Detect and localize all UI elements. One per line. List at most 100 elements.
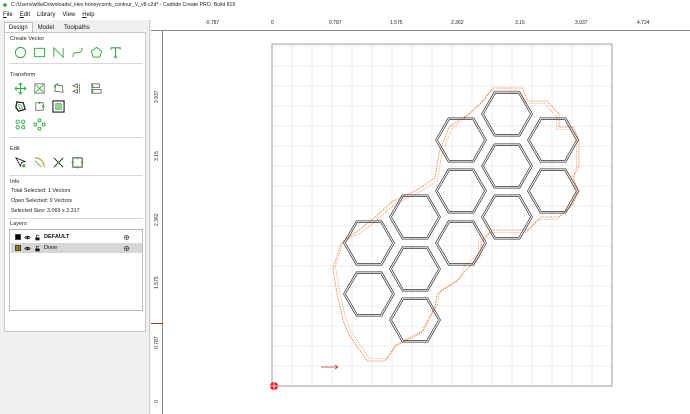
layers-title: Layers (10, 221, 27, 227)
hexagon-inner[interactable] (483, 93, 531, 135)
ruler-label: 1.575 (154, 276, 160, 289)
hexagon-inner[interactable] (391, 299, 439, 341)
polygon-tool[interactable] (89, 45, 103, 59)
curve-tool[interactable] (70, 45, 84, 59)
ruler-label: 2.362 (451, 20, 464, 26)
x-axis-arrow-icon (321, 364, 339, 370)
hexagon-inner[interactable] (529, 170, 577, 212)
menu-file[interactable]: File (3, 12, 13, 18)
ruler-label: 2.362 (154, 213, 160, 226)
gear-icon[interactable] (123, 234, 130, 241)
hexagon-outer[interactable] (481, 194, 533, 240)
drawing-surface[interactable] (163, 31, 690, 414)
mirror-icon (71, 82, 80, 94)
ruler-label: 1.575 (390, 20, 403, 26)
fillet-tool[interactable] (32, 155, 46, 169)
hexagon-inner[interactable] (345, 222, 393, 264)
layer-row-default[interactable]: DEFAULT (11, 232, 142, 242)
trim-tool[interactable] (51, 155, 65, 169)
menu-bar: File Edit Library View Help (0, 10, 690, 20)
hexagon-outer[interactable] (435, 168, 487, 214)
circle-tool[interactable] (13, 45, 27, 59)
divider (9, 218, 143, 219)
rotate-tool[interactable] (51, 81, 65, 95)
layer-color-swatch[interactable] (15, 234, 21, 240)
hexagon-inner[interactable] (437, 222, 485, 264)
unlock-icon[interactable] (34, 245, 41, 252)
hexagon-inner[interactable] (391, 248, 439, 290)
layer-name: DEFAULT (44, 234, 70, 240)
eye-icon[interactable] (24, 245, 31, 252)
rotate-icon (52, 82, 64, 93)
hexagon-outer[interactable] (435, 117, 487, 163)
text-tool[interactable] (108, 45, 122, 59)
eye-icon[interactable] (24, 234, 31, 241)
move-arrows-icon (14, 82, 26, 94)
node-select-tool[interactable] (13, 155, 27, 169)
hexagon-inner[interactable] (529, 119, 577, 161)
total-selected-text: Total Selected: 1 Vectors (11, 188, 71, 194)
hexagon-outer[interactable] (343, 220, 395, 266)
menu-library[interactable]: Library (37, 12, 55, 18)
unlock-icon[interactable] (34, 234, 41, 241)
grid-array-icon (15, 119, 25, 129)
align-tool[interactable] (89, 81, 103, 95)
app-icon (2, 2, 8, 8)
boolean-tool[interactable] (51, 99, 65, 113)
curve-icon (71, 47, 83, 57)
menu-view[interactable]: View (62, 12, 75, 18)
rectangle-tool[interactable] (32, 45, 46, 59)
ruler-label: 0.787 (154, 336, 160, 349)
selected-size-text: Selected Size: 3.069 x 3.317 (11, 208, 80, 214)
move-tool[interactable] (13, 81, 27, 95)
fillet-icon (34, 156, 45, 167)
layer-row-done[interactable]: Done (11, 243, 142, 253)
gear-icon[interactable] (123, 245, 130, 252)
circle-icon (14, 46, 26, 58)
menu-edit[interactable]: Edit (20, 12, 30, 18)
contour-toolpath-outer[interactable] (332, 87, 580, 362)
hexagon-inner[interactable] (437, 119, 485, 161)
polyline-icon (52, 46, 64, 58)
polyline-tool[interactable] (51, 45, 65, 59)
hexagon-inner[interactable] (345, 273, 393, 315)
mirror-tool[interactable] (70, 81, 84, 95)
hexagon-outer[interactable] (343, 271, 395, 317)
join-tool[interactable] (70, 155, 84, 169)
node-edit-tool[interactable] (32, 99, 46, 113)
ruler-label: 3.937 (575, 20, 588, 26)
create-vector-title: Create Vector (10, 36, 45, 42)
circle-pattern-tool[interactable] (13, 117, 27, 131)
hexagon-outer[interactable] (481, 91, 533, 137)
scale-tool[interactable] (32, 81, 46, 95)
transform-tools-row3 (13, 117, 46, 131)
origin-marker[interactable] (270, 382, 278, 390)
title-bar: C:/Users/willa/Downloads/_Hex honeycomb_… (0, 0, 690, 10)
hexagon-outer[interactable] (389, 297, 441, 343)
node-select-icon (14, 156, 26, 167)
ruler-label: 0 (154, 400, 160, 403)
hexagon-inner[interactable] (391, 196, 439, 238)
vertical-ruler: 3.937 3.15 2.362 1.575 0.787 0 (151, 31, 163, 414)
hexagon-outer[interactable] (527, 117, 579, 163)
layer-color-swatch[interactable] (15, 245, 21, 251)
window-title: C:/Users/willa/Downloads/_Hex honeycomb_… (11, 2, 236, 8)
hexagon-outer[interactable] (389, 246, 441, 292)
layers-list[interactable]: DEFAULT Done (9, 229, 143, 311)
hexagon-inner[interactable] (483, 196, 531, 238)
hexagon-outer[interactable] (435, 220, 487, 266)
contour-toolpath-inner[interactable] (335, 90, 577, 359)
transform-tools-row1 (13, 81, 103, 95)
offset-tool[interactable] (13, 99, 27, 113)
hexagon-inner[interactable] (437, 170, 485, 212)
radial-pattern-tool[interactable] (32, 117, 46, 131)
menu-help[interactable]: Help (82, 12, 94, 18)
align-icon (90, 82, 102, 94)
hexagon-outer[interactable] (389, 194, 441, 240)
left-panel: Design Model Toolpaths Create Vector Tra… (0, 20, 150, 414)
design-canvas-area[interactable]: -0.787 0 0.787 1.575 2.362 3.15 3.937 4.… (151, 20, 690, 414)
ruler-label: 0 (271, 20, 274, 26)
transform-tools-row2 (13, 99, 65, 113)
layer-name: Done (44, 245, 58, 251)
ruler-label: -0.787 (205, 20, 220, 26)
